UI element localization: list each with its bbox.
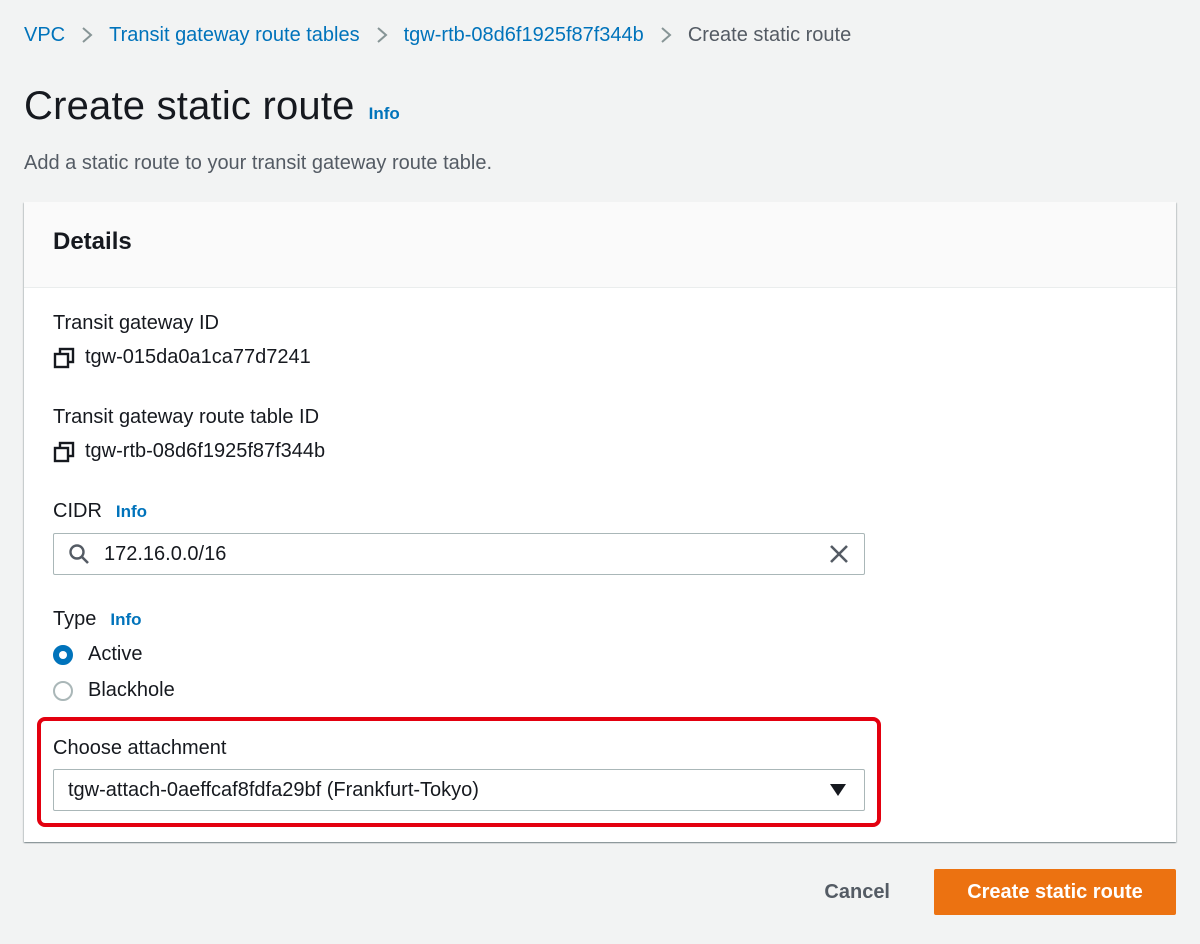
breadcrumb-current: Create static route (687, 24, 852, 46)
type-option-active[interactable]: Active (53, 643, 142, 666)
rtb-id-label-text: Transit gateway route table ID (53, 406, 320, 428)
attachment-label: Choose attachment (53, 737, 226, 760)
details-panel-header: Details (24, 202, 1176, 288)
rtb-id-label: Transit gateway route table ID (53, 406, 319, 429)
close-icon[interactable] (828, 543, 850, 565)
radio-blackhole[interactable] (53, 680, 73, 701)
chevron-right-icon (376, 26, 388, 44)
type-info-link[interactable]: Info (110, 610, 141, 630)
search-icon (68, 543, 90, 565)
page-title: Create static route (24, 84, 355, 128)
chevron-right-icon (81, 26, 93, 44)
cidr-label-text: CIDR (53, 500, 102, 522)
page-description: Add a static route to your transit gatew… (24, 152, 493, 174)
page-info-link[interactable]: Info (369, 104, 400, 124)
breadcrumb-route-tables-link[interactable]: Transit gateway route tables (109, 22, 360, 48)
attachment-select-value: tgw-attach-0aeffcaf8fdfa29bf (Frankfurt-… (68, 778, 479, 801)
form-actions: Cancel Create static route (804, 869, 1176, 915)
caret-down-icon (830, 784, 846, 796)
details-panel: Details Transit gateway ID tgw-015da0a1c… (24, 202, 1176, 842)
cidr-label: CIDR Info (53, 500, 147, 523)
tgw-id-value: tgw-015da0a1ca77d7241 (53, 346, 311, 369)
tgw-id-label: Transit gateway ID (53, 312, 219, 335)
type-label-text: Type (53, 608, 97, 630)
type-label: Type Info (53, 608, 142, 631)
type-option-blackhole-label: Blackhole (88, 679, 175, 701)
cidr-input[interactable] (104, 542, 828, 566)
copy-icon[interactable] (53, 441, 75, 463)
breadcrumb-vpc-link[interactable]: VPC (24, 22, 65, 48)
tgw-id-text: tgw-015da0a1ca77d7241 (85, 346, 311, 368)
breadcrumb: VPC Transit gateway route tables tgw-rtb… (24, 22, 851, 48)
rtb-id-text: tgw-rtb-08d6f1925f87f344b (85, 440, 326, 462)
chevron-right-icon (660, 26, 672, 44)
cidr-input-container (53, 533, 865, 575)
cidr-info-link[interactable]: Info (116, 502, 147, 522)
breadcrumb-route-table-id-link[interactable]: tgw-rtb-08d6f1925f87f344b (404, 22, 644, 48)
attachment-label-text: Choose attachment (53, 737, 227, 759)
rtb-id-value: tgw-rtb-08d6f1925f87f344b (53, 440, 325, 463)
type-option-blackhole[interactable]: Blackhole (53, 679, 175, 702)
attachment-select[interactable]: tgw-attach-0aeffcaf8fdfa29bf (Frankfurt-… (53, 769, 865, 811)
tgw-id-label-text: Transit gateway ID (53, 312, 219, 334)
create-static-route-button[interactable]: Create static route (934, 869, 1176, 915)
cancel-button[interactable]: Cancel (804, 869, 910, 915)
radio-active[interactable] (53, 644, 73, 665)
type-option-active-label: Active (88, 643, 143, 665)
details-heading: Details (53, 228, 132, 255)
copy-icon[interactable] (53, 347, 75, 369)
page-header: Create static route Info (24, 84, 400, 129)
